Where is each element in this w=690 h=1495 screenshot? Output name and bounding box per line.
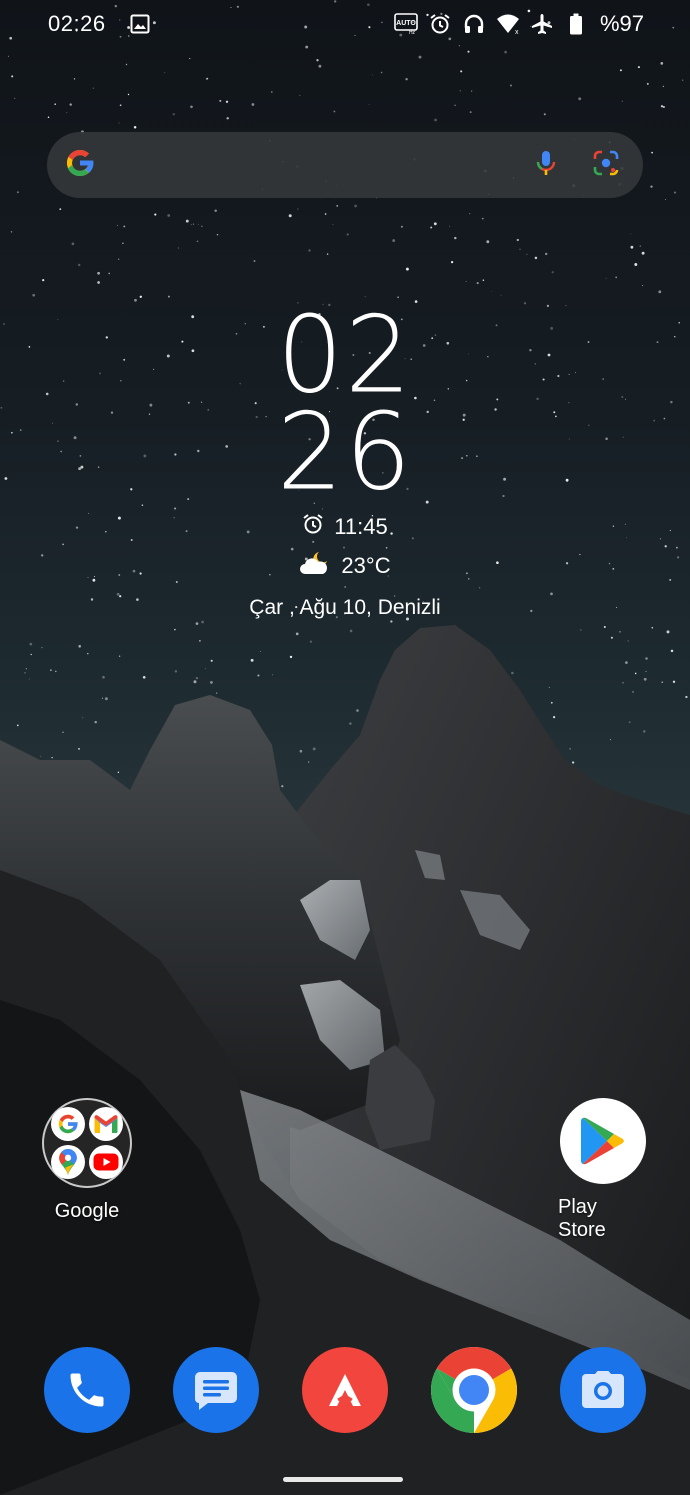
google-g-icon[interactable] bbox=[63, 146, 97, 185]
gesture-nav-handle[interactable] bbox=[283, 1477, 403, 1482]
partly-cloudy-night-icon bbox=[299, 550, 331, 582]
maps-icon bbox=[51, 1145, 85, 1179]
play-store-label: Play Store bbox=[558, 1196, 606, 1241]
headphones-icon bbox=[462, 12, 486, 36]
temperature: 23°C bbox=[341, 553, 391, 578]
auto-label: AUTO bbox=[396, 20, 416, 27]
alarm-icon bbox=[428, 12, 452, 36]
lens-icon[interactable] bbox=[591, 148, 621, 183]
gallery-icon bbox=[128, 12, 152, 36]
chrome-icon[interactable] bbox=[431, 1347, 517, 1433]
camera-icon[interactable] bbox=[560, 1347, 646, 1433]
airplane-icon bbox=[530, 12, 554, 36]
battery-percent: %97 bbox=[599, 11, 644, 36]
svg-text:Hz: Hz bbox=[409, 30, 416, 35]
svg-text:x: x bbox=[515, 29, 519, 35]
folder-icon[interactable] bbox=[42, 1098, 132, 1188]
play-store-icon[interactable] bbox=[560, 1098, 646, 1184]
alarm-time: 11:45 bbox=[334, 514, 388, 539]
youtube-icon bbox=[89, 1145, 123, 1179]
arc-icon[interactable] bbox=[302, 1347, 388, 1433]
next-alarm[interactable]: 11:45 bbox=[0, 513, 690, 541]
google-folder[interactable]: Google bbox=[41, 1098, 133, 1223]
status-bar: 02:26 AUTO Hz x %97 bbox=[0, 0, 690, 48]
alarm-clock-icon bbox=[302, 513, 324, 541]
phone-icon[interactable] bbox=[44, 1347, 130, 1433]
date-location[interactable]: Çar , Ağu 10, Denizli bbox=[0, 596, 690, 620]
mountain-wallpaper bbox=[0, 625, 690, 1495]
clock-minutes-text: 26 bbox=[276, 389, 414, 515]
google-search-bar[interactable] bbox=[47, 132, 643, 198]
mic-icon[interactable] bbox=[531, 148, 591, 183]
folder-label: Google bbox=[54, 1200, 120, 1222]
wifi-icon: x bbox=[496, 12, 520, 36]
messages-icon[interactable] bbox=[173, 1347, 259, 1433]
play-store-app[interactable]: Play Store bbox=[558, 1098, 648, 1242]
google-icon bbox=[51, 1107, 85, 1141]
gmail-icon bbox=[89, 1107, 123, 1141]
battery-icon bbox=[564, 12, 588, 36]
weather[interactable]: 23°C bbox=[0, 550, 690, 582]
status-time: 02:26 bbox=[48, 11, 106, 36]
auto-hz-icon: AUTO Hz bbox=[394, 12, 418, 36]
clock-minutes[interactable]: 26 bbox=[0, 389, 690, 515]
